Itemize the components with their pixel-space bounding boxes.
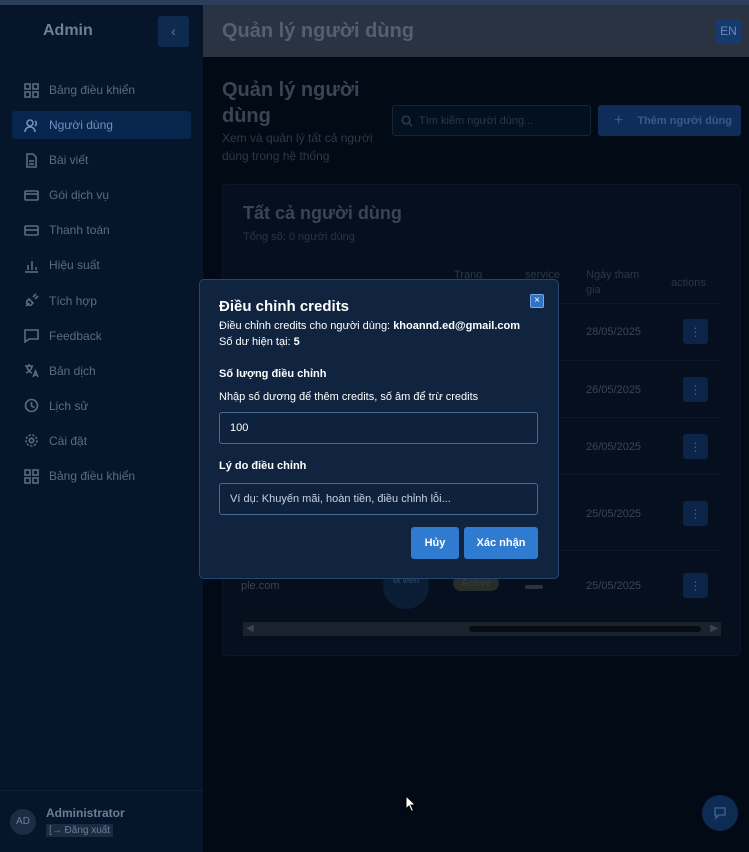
sidebar-item-8[interactable]: Bản dịch [12,357,191,385]
top-header: Quản lý người dùng EN [203,5,749,57]
chart-icon [24,258,39,273]
sidebar-item-3[interactable]: Gói dịch vụ [12,181,191,209]
scroll-left-icon[interactable]: ◀ [246,623,254,634]
search-input[interactable]: Tìm kiếm người dùng... [392,105,591,136]
sidebar-item-label: Cài đặt [49,433,88,448]
confirm-button[interactable]: Xác nhận [464,527,538,559]
modal-description-prefix: Điều chỉnh credits cho người dùng: [219,320,391,332]
column-header-joined: Ngày tham gia [586,269,640,296]
scroll-right-icon[interactable]: ▶ [710,623,718,634]
translate-icon [24,363,39,378]
sidebar-item-9[interactable]: Lịch sử [12,392,191,420]
amount-input[interactable]: 100 [219,412,538,444]
card-title: Tất cả người dùng [243,203,402,223]
service-empty-indicator [525,585,543,589]
clock-icon [24,398,39,413]
row-actions-button[interactable]: ⋮ [683,377,708,402]
sidebar-item-1[interactable]: Người dùng [12,111,191,140]
sidebar-item-label: Gói dịch vụ [49,188,110,203]
sidebar-item-10[interactable]: Cài đặt [12,427,191,455]
sidebar-item-label: Bản dịch [49,363,96,378]
user-name: Administrator [46,805,125,820]
sidebar-item-label: Người dùng [49,118,113,133]
dashboard-icon [24,468,39,484]
dashboard-icon [24,82,39,98]
amount-label: Số lượng điều chỉnh [219,368,327,380]
sidebar-item-5[interactable]: Hiệu suất [12,251,191,279]
add-user-label: Thêm người dùng [637,114,732,127]
logout-button[interactable]: [→ Đăng xuất [46,823,114,837]
add-user-button[interactable]: + Thêm người dùng [598,105,741,136]
sidebar-footer: AD Administrator [→ Đăng xuất [0,790,203,852]
sidebar-item-6[interactable]: Tích hợp [12,287,191,315]
sidebar-nav: Bảng điều khiển Người dùng Bài viết Gói dịc… [12,76,191,497]
plus-icon: + [614,111,624,129]
page-title: Quản lý người dùng [222,79,360,127]
search-icon [401,114,413,127]
message-icon [24,328,39,344]
reason-label: Lý do điều chỉnh [219,460,307,472]
scrollbar-thumb[interactable] [469,626,701,632]
joined-date: 26/05/2025 [586,384,642,396]
language-toggle-button[interactable]: EN [716,18,741,44]
page-subtitle: Xem và quản lý tất cả người dùng trong h… [222,131,373,163]
sidebar-item-label: Thanh toán [49,223,110,238]
modal-description: Điều chỉnh credits cho người dùng: khoan… [219,320,520,332]
sidebar-item-label: Bảng điều khiển [49,83,136,97]
sidebar-item-2[interactable]: Bài viết [12,146,191,174]
joined-date: 25/05/2025 [586,580,642,592]
sidebar-item-label: Tích hợp [49,293,97,308]
column-header-actions: actions [671,277,706,289]
reason-input[interactable]: Ví dụ: Khuyến mãi, hoàn tiền, điều chỉnh… [219,483,538,515]
sidebar-header: Admin ‹ [0,5,203,57]
mouse-cursor-icon [405,795,417,813]
balance-value: 5 [293,336,300,348]
users-icon [24,118,39,133]
chat-button[interactable] [702,795,738,831]
sidebar-item-label: Bảng điều khiển [49,469,136,484]
sidebar-item-11[interactable]: Bảng điều khiển [12,462,191,490]
document-icon [24,152,39,168]
card-subtitle: Tổng số: 0 người dùng [243,231,355,243]
amount-help-text: Nhập số dương để thêm credits, số âm để … [219,391,479,403]
modal-balance: Số dư hiện tại: 5 [219,336,300,348]
sidebar: Admin ‹ Bảng điều khiển Người dùng Bài viế… [0,5,203,852]
joined-date: 26/05/2025 [586,441,642,453]
close-icon[interactable]: × [530,294,544,308]
user-email: ple.com [241,580,280,592]
balance-prefix: Số dư hiện tại: [219,336,291,348]
sidebar-item-4[interactable]: Thanh toán [12,216,191,244]
sidebar-item-label: Feedback [49,328,102,343]
joined-date: 28/05/2025 [586,326,642,338]
sidebar-collapse-button[interactable]: ‹ [158,15,189,47]
header-title: Quản lý người dùng [222,19,415,42]
cancel-button[interactable]: Hủy [411,527,459,559]
plug-icon [24,293,39,308]
horizontal-scrollbar[interactable]: ◀ ▶ [243,622,721,636]
modal-user-email: khoannd.ed@gmail.com [393,320,521,332]
row-actions-button[interactable]: ⋮ [683,573,708,598]
row-actions-button[interactable]: ⋮ [683,434,708,459]
row-actions-button[interactable]: ⋮ [683,319,708,344]
sidebar-item-label: Lịch sử [49,398,89,413]
search-placeholder: Tìm kiếm người dùng... [419,114,534,127]
avatar: AD [10,808,36,835]
sidebar-item-0[interactable]: Bảng điều khiển [12,76,191,104]
sidebar-item-label: Hiệu suất [49,258,100,273]
chat-icon [714,807,726,820]
payment-icon [24,223,39,238]
row-actions-button[interactable]: ⋮ [683,501,708,526]
sidebar-title: Admin [43,22,93,39]
modal-title: Điều chỉnh credits [219,298,350,315]
card-icon [24,188,39,203]
sidebar-item-7[interactable]: Feedback [12,322,191,350]
sidebar-item-label: Bài viết [49,153,89,168]
joined-date: 25/05/2025 [586,508,642,520]
gear-icon [24,433,39,448]
adjust-credits-modal: Điều chỉnh credits × Điều chỉnh credits … [199,279,559,579]
